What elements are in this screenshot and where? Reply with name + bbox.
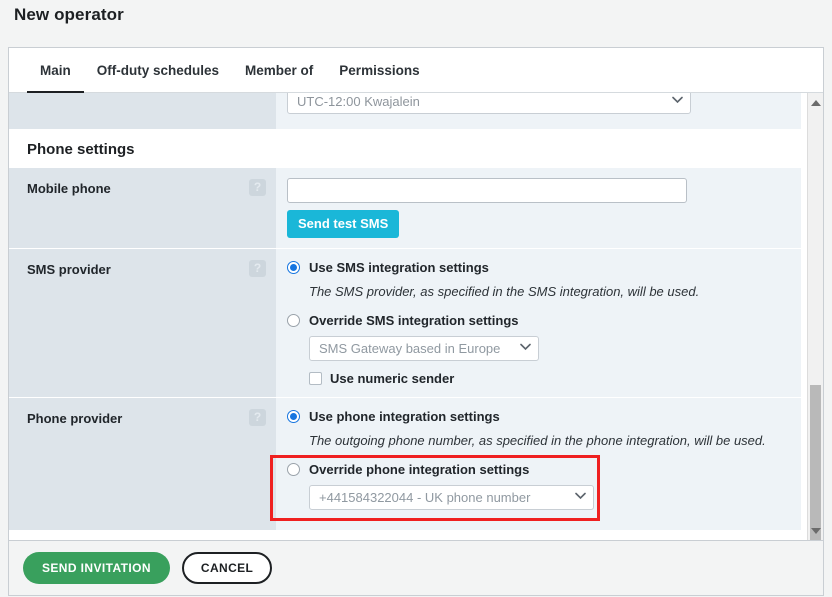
mobile-phone-row: Mobile phone ? Send test SMS bbox=[9, 168, 801, 248]
sms-override-integration-label: Override SMS integration settings bbox=[309, 313, 519, 328]
phone-provider-label-cell: Phone provider ? bbox=[9, 398, 276, 530]
phone-override-integration-label: Override phone integration settings bbox=[309, 462, 530, 477]
phone-use-integration-option[interactable]: Use phone integration settings bbox=[287, 408, 787, 425]
tab-bar: Main Off-duty schedules Member of Permis… bbox=[9, 48, 823, 94]
phone-number-select[interactable]: +441584322044 - UK phone number bbox=[309, 485, 594, 510]
mobile-phone-label-cell: Mobile phone ? bbox=[9, 168, 276, 248]
scrollbar-thumb[interactable] bbox=[810, 385, 821, 540]
tab-permissions[interactable]: Permissions bbox=[326, 48, 432, 94]
sms-use-integration-hint: The SMS provider, as specified in the SM… bbox=[309, 284, 700, 299]
sms-provider-row: SMS provider ? Use SMS integration setti… bbox=[9, 248, 801, 397]
phone-provider-label: Phone provider bbox=[27, 411, 123, 426]
mobile-phone-input[interactable] bbox=[287, 178, 687, 203]
chevron-down-icon bbox=[520, 343, 531, 354]
phone-provider-field-cell: Use phone integration settings The outgo… bbox=[276, 398, 801, 530]
checkbox-icon[interactable] bbox=[309, 372, 322, 385]
tab-off-duty-schedules[interactable]: Off-duty schedules bbox=[84, 48, 232, 94]
phone-number-select-value: +441584322044 - UK phone number bbox=[319, 490, 531, 505]
form-scroll-area: UTC-12:00 Kwajalein Phone settings Mobil… bbox=[9, 93, 823, 540]
timezone-select[interactable]: UTC-12:00 Kwajalein bbox=[287, 93, 691, 114]
phone-number-wrapper: +441584322044 - UK phone number bbox=[309, 485, 787, 510]
sms-override-integration-option[interactable]: Override SMS integration settings bbox=[287, 312, 787, 329]
timezone-row-label-cell bbox=[9, 93, 276, 129]
chevron-down-icon bbox=[575, 492, 586, 503]
timezone-row: UTC-12:00 Kwajalein bbox=[9, 93, 801, 129]
chevron-down-icon bbox=[672, 96, 683, 107]
sms-gateway-wrapper: SMS Gateway based in Europe bbox=[309, 336, 787, 361]
form-footer: SEND INVITATION CANCEL bbox=[8, 541, 824, 596]
sms-use-integration-option[interactable]: Use SMS integration settings bbox=[287, 259, 787, 276]
phone-settings-heading: Phone settings bbox=[9, 129, 801, 168]
use-numeric-sender-option[interactable]: Use numeric sender bbox=[309, 370, 787, 387]
sms-provider-label-cell: SMS provider ? bbox=[9, 249, 276, 397]
timezone-row-field-cell: UTC-12:00 Kwajalein bbox=[276, 93, 801, 129]
radio-icon[interactable] bbox=[287, 463, 300, 476]
sms-use-integration-label: Use SMS integration settings bbox=[309, 260, 489, 275]
radio-icon[interactable] bbox=[287, 261, 300, 274]
vertical-scrollbar[interactable] bbox=[807, 93, 823, 540]
sms-gateway-select[interactable]: SMS Gateway based in Europe bbox=[309, 336, 539, 361]
mobile-phone-label: Mobile phone bbox=[27, 181, 111, 196]
scroll-down-arrow-icon[interactable] bbox=[808, 523, 823, 538]
help-icon[interactable]: ? bbox=[249, 179, 266, 196]
phone-provider-row: Phone provider ? Use phone integration s… bbox=[9, 397, 801, 530]
page-title: New operator bbox=[14, 5, 124, 24]
radio-icon[interactable] bbox=[287, 410, 300, 423]
phone-use-integration-label: Use phone integration settings bbox=[309, 409, 500, 424]
radio-icon[interactable] bbox=[287, 314, 300, 327]
scroll-up-arrow-icon[interactable] bbox=[808, 95, 823, 110]
form-content: UTC-12:00 Kwajalein Phone settings Mobil… bbox=[9, 93, 801, 530]
phone-override-integration-option[interactable]: Override phone integration settings bbox=[287, 461, 787, 478]
help-icon[interactable]: ? bbox=[249, 260, 266, 277]
sms-provider-field-cell: Use SMS integration settings The SMS pro… bbox=[276, 249, 801, 397]
operator-form-card: Main Off-duty schedules Member of Permis… bbox=[8, 47, 824, 541]
sms-gateway-select-value: SMS Gateway based in Europe bbox=[319, 341, 501, 356]
tab-main[interactable]: Main bbox=[27, 48, 84, 94]
cancel-button[interactable]: CANCEL bbox=[181, 552, 273, 584]
timezone-select-value: UTC-12:00 Kwajalein bbox=[297, 94, 420, 109]
use-numeric-sender-label: Use numeric sender bbox=[330, 371, 455, 386]
tab-member-of[interactable]: Member of bbox=[232, 48, 326, 94]
sms-provider-label: SMS provider bbox=[27, 262, 111, 277]
mobile-phone-field-cell: Send test SMS bbox=[276, 168, 801, 248]
help-icon[interactable]: ? bbox=[249, 409, 266, 426]
send-invitation-button[interactable]: SEND INVITATION bbox=[23, 552, 170, 584]
phone-use-integration-hint: The outgoing phone number, as specified … bbox=[309, 433, 766, 448]
send-test-sms-button[interactable]: Send test SMS bbox=[287, 210, 400, 238]
